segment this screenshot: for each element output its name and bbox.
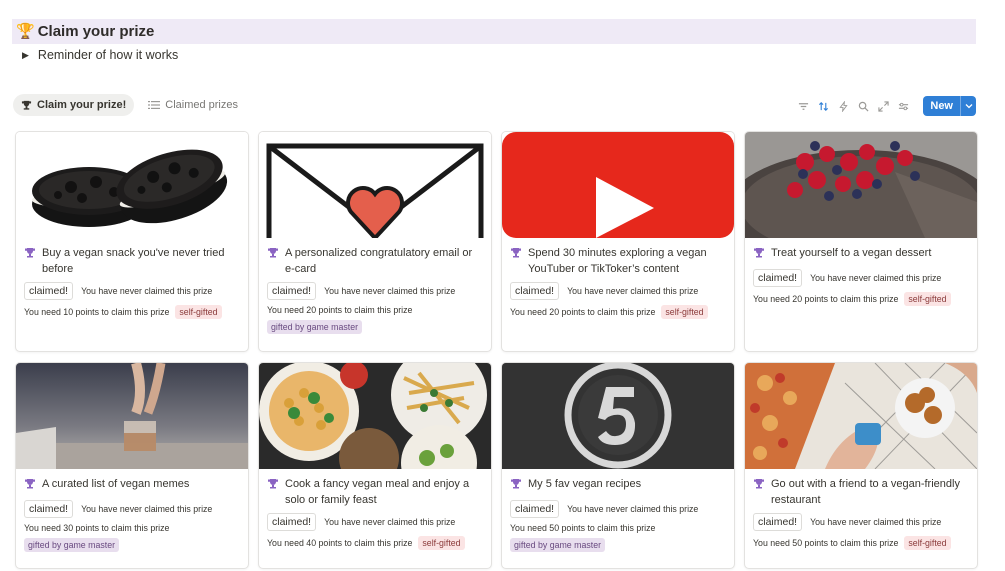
card-title: A personalized congratulatory email or e… — [285, 247, 473, 275]
tab-claim-your-prize[interactable]: Claim your prize! — [13, 94, 135, 116]
tag-gifted-by-game-master: gifted by game master — [24, 538, 120, 552]
lightning-icon[interactable] — [836, 99, 850, 113]
toggle-reminder[interactable]: ▶ Reminder of how it works — [22, 48, 178, 62]
points-required: You need 10 points to claim this prize — [24, 307, 170, 317]
view-toolbar: New — [796, 96, 976, 116]
points-required: You need 20 points to claim this prize — [510, 307, 656, 317]
trophy-icon — [24, 478, 36, 495]
claimed-button[interactable]: claimed! — [267, 513, 317, 531]
claimed-button[interactable]: claimed! — [510, 282, 560, 300]
card-title: My 5 fav vegan recipes — [528, 478, 642, 490]
chevron-down-icon[interactable] — [960, 96, 976, 116]
tag-self-gifted: self-gifted — [661, 305, 708, 319]
settings-sliders-icon[interactable] — [896, 99, 910, 113]
trophy-icon — [510, 478, 522, 495]
card-cover-berry-cake — [745, 132, 977, 238]
view-tabs: Claim your prize! Claimed prizes — [13, 94, 246, 116]
prize-card[interactable]: Buy a vegan snack you've never tried bef… — [15, 131, 249, 352]
tab-label: Claim your prize! — [37, 99, 127, 111]
claimed-button[interactable]: claimed! — [24, 282, 74, 300]
points-required: You need 20 points to claim this prize — [267, 305, 413, 315]
tab-claimed-prizes[interactable]: Claimed prizes — [140, 94, 246, 116]
tag-gifted-by-game-master: gifted by game master — [267, 320, 363, 334]
prize-card[interactable]: Treat yourself to a vegan dessert claime… — [744, 131, 978, 352]
search-icon[interactable] — [856, 99, 870, 113]
claimed-button[interactable]: claimed! — [753, 269, 803, 287]
sort-icon[interactable] — [816, 99, 830, 113]
new-button-label: New — [930, 100, 953, 112]
card-title: Spend 30 minutes exploring a vegan YouTu… — [528, 247, 707, 275]
claim-history: You have never claimed this prize — [567, 286, 699, 296]
card-title: A curated list of vegan memes — [42, 478, 190, 490]
points-required: You need 20 points to claim this prize — [753, 294, 899, 304]
tag-gifted-by-game-master: gifted by game master — [510, 538, 606, 552]
tag-self-gifted: self-gifted — [904, 536, 951, 550]
card-cover-number-five — [502, 363, 734, 469]
card-cover-youtube-logo — [502, 132, 734, 238]
trophy-icon — [753, 478, 765, 495]
page-title: Claim your prize — [37, 23, 155, 40]
claim-history: You have never claimed this prize — [810, 517, 942, 527]
card-cover-envelope-heart — [259, 132, 491, 238]
card-title: Treat yourself to a vegan dessert — [771, 247, 932, 259]
claimed-button[interactable]: claimed! — [24, 500, 74, 518]
trophy-icon — [267, 247, 279, 264]
tag-self-gifted: self-gifted — [418, 536, 465, 550]
points-required: You need 50 points to claim this prize — [753, 538, 899, 548]
page-title-bar: 🏆 Claim your prize — [12, 19, 976, 44]
claim-history: You have never claimed this prize — [567, 504, 699, 514]
toggle-triangle-icon[interactable]: ▶ — [22, 50, 29, 61]
points-required: You need 50 points to claim this prize — [510, 523, 656, 533]
trophy-icon: 🏆 — [16, 23, 35, 40]
claim-history: You have never claimed this prize — [324, 517, 456, 527]
tag-self-gifted: self-gifted — [904, 292, 951, 306]
tab-label: Claimed prizes — [165, 99, 238, 111]
card-title: Buy a vegan snack you've never tried bef… — [42, 247, 225, 275]
points-required: You need 30 points to claim this prize — [24, 523, 170, 533]
claim-history: You have never claimed this prize — [81, 504, 213, 514]
card-title: Cook a fancy vegan meal and enjoy a solo… — [285, 478, 470, 506]
card-cover-tiny-glass — [16, 363, 248, 469]
points-required: You need 40 points to claim this prize — [267, 538, 413, 548]
claimed-button[interactable]: claimed! — [510, 500, 560, 518]
trophy-icon — [510, 247, 522, 264]
trophy-icon — [21, 100, 32, 111]
card-title: Go out with a friend to a vegan-friendly… — [771, 478, 960, 506]
claimed-button[interactable]: claimed! — [267, 282, 317, 300]
expand-icon[interactable] — [876, 99, 890, 113]
prize-card[interactable]: Go out with a friend to a vegan-friendly… — [744, 362, 978, 569]
prize-card[interactable]: Cook a fancy vegan meal and enjoy a solo… — [258, 362, 492, 569]
claimed-button[interactable]: claimed! — [753, 513, 803, 531]
list-icon — [148, 100, 161, 110]
card-cover-oreo-cookies — [16, 132, 248, 238]
prize-card[interactable]: A curated list of vegan memes claimed! Yo… — [15, 362, 249, 569]
prize-card[interactable]: Spend 30 minutes exploring a vegan YouTu… — [501, 131, 735, 352]
claim-history: You have never claimed this prize — [810, 273, 942, 283]
trophy-icon — [753, 247, 765, 264]
claim-history: You have never claimed this prize — [81, 286, 213, 296]
trophy-icon — [267, 478, 279, 495]
card-cover-vegan-meal — [259, 363, 491, 469]
claim-history: You have never claimed this prize — [324, 286, 456, 296]
prize-card[interactable]: My 5 fav vegan recipes claimed! You have … — [501, 362, 735, 569]
tag-self-gifted: self-gifted — [175, 305, 222, 319]
filter-icon[interactable] — [796, 99, 810, 113]
trophy-icon — [24, 247, 36, 264]
card-cover-restaurant-food — [745, 363, 977, 469]
new-button[interactable]: New — [923, 96, 976, 116]
prize-card[interactable]: A personalized congratulatory email or e… — [258, 131, 492, 352]
toggle-label: Reminder of how it works — [37, 48, 179, 62]
